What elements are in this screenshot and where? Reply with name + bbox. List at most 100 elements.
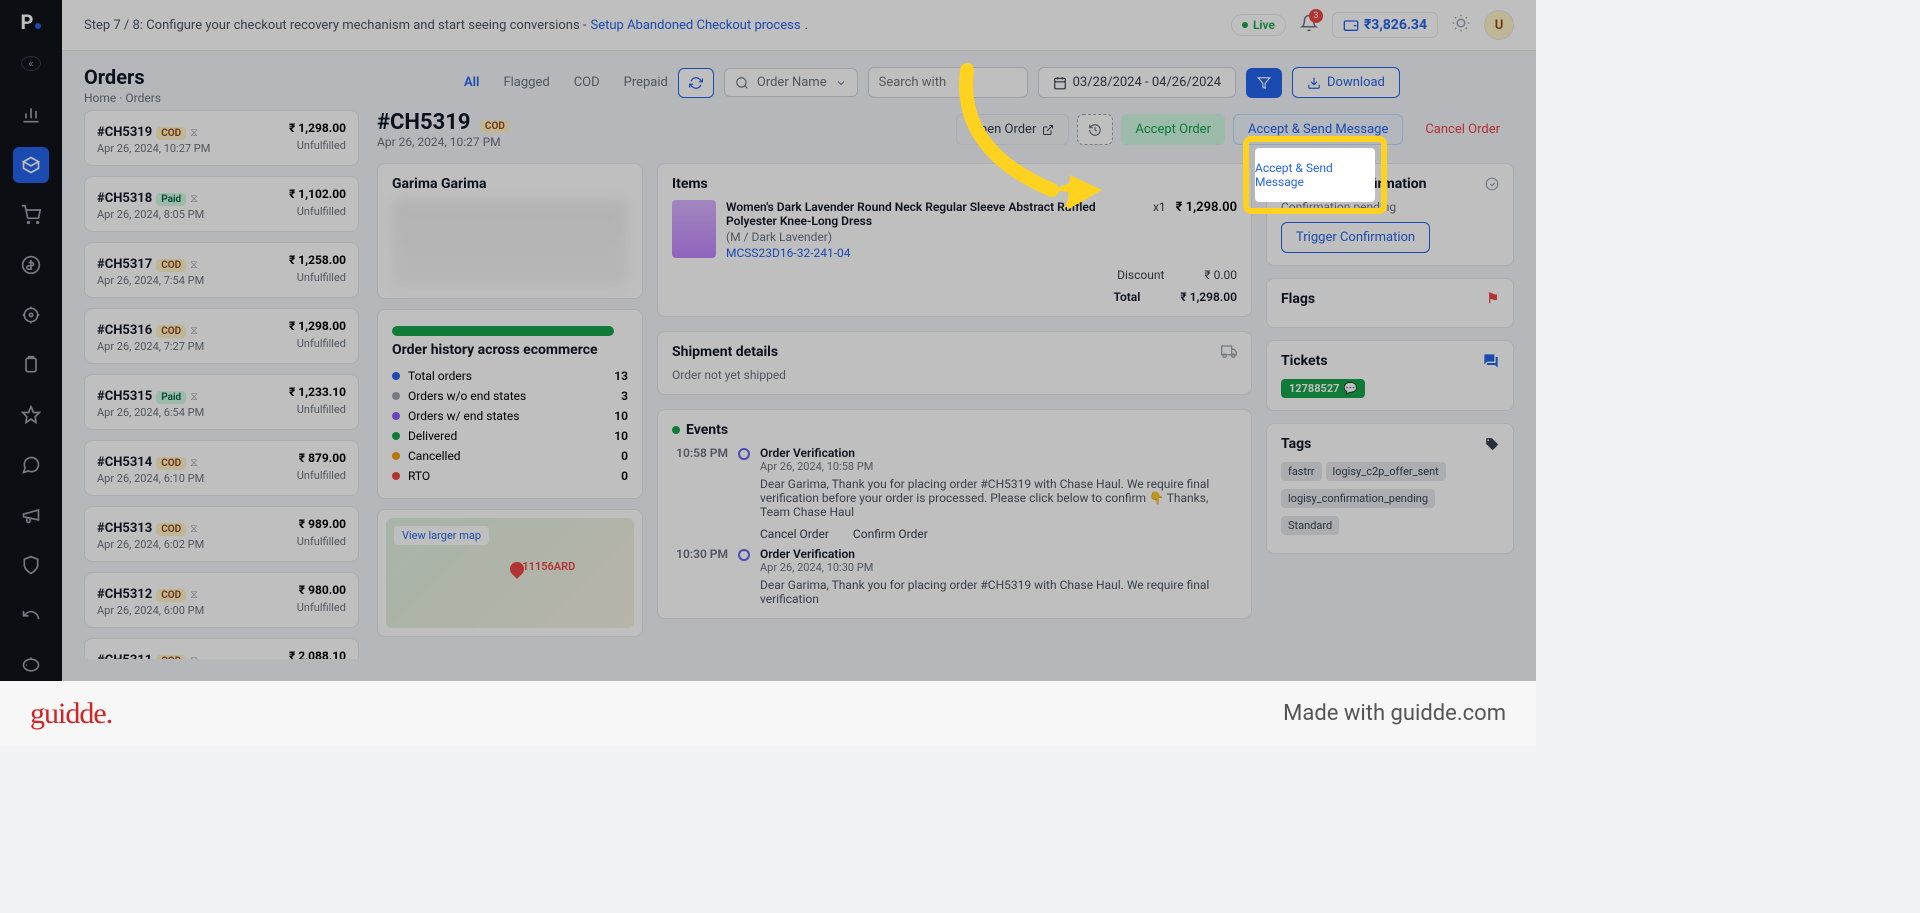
order-card[interactable]: #CH5312COD⧖Apr 26, 2024, 6:00 PM₹ 980.00… [84, 572, 359, 628]
order-card[interactable]: #CH5313COD⧖Apr 26, 2024, 6:02 PM₹ 989.00… [84, 506, 359, 562]
item-thumbnail [672, 200, 716, 258]
megaphone-icon [21, 505, 41, 525]
order-card[interactable]: #CH5319COD⧖Apr 26, 2024, 10:27 PM₹ 1,298… [84, 110, 359, 166]
view-larger-map-link[interactable]: View larger map [394, 526, 489, 545]
refresh-icon [689, 76, 703, 90]
filter-icon [1257, 76, 1271, 90]
filter-button[interactable] [1246, 68, 1282, 98]
detail-order-id: #CH5319 [377, 110, 470, 135]
tag-chip[interactable]: logisy_c2p_offer_sent [1326, 462, 1446, 481]
wallet-icon [1343, 17, 1359, 33]
clipboard-icon [21, 355, 41, 375]
search-field-select[interactable]: Order Name [724, 68, 858, 97]
wallet-balance[interactable]: ₹3,826.34 [1332, 12, 1438, 38]
refresh-button[interactable] [678, 68, 714, 98]
tab-prepaid[interactable]: Prepaid [624, 75, 668, 90]
tab-all[interactable]: All [464, 75, 479, 90]
chart-icon [21, 105, 41, 125]
highlight-box: Accept & Send Message [1243, 136, 1387, 214]
download-icon [1307, 76, 1321, 90]
shipment-card: Shipment details Order not yet shipped [657, 331, 1252, 395]
order-card[interactable]: #CH5315Paid⧖Apr 26, 2024, 6:54 PM₹ 1,233… [84, 374, 359, 430]
toolbar: All Flagged COD Prepaid Order Name 03/28… [62, 67, 1536, 110]
piggy-icon [21, 655, 41, 675]
notifications-button[interactable]: 3 [1300, 14, 1318, 36]
cancel-order-button[interactable]: Cancel Order [1411, 114, 1514, 145]
item-variant: (M / Dark Lavender) [726, 230, 1143, 244]
history-row: Total orders13 [392, 366, 628, 386]
nav-clipboard[interactable] [13, 347, 49, 383]
collapse-icon[interactable]: « [21, 56, 41, 71]
nav-location[interactable] [13, 297, 49, 333]
undo-icon [21, 605, 41, 625]
detail-tag: COD [480, 120, 510, 133]
theme-toggle[interactable] [1452, 14, 1470, 36]
user-avatar[interactable]: U [1484, 10, 1514, 40]
tab-flagged[interactable]: Flagged [503, 75, 549, 90]
tag-chip[interactable]: Standard [1281, 516, 1339, 535]
tag-chip[interactable]: fastrr [1281, 462, 1322, 481]
shield-icon [21, 555, 41, 575]
order-card[interactable]: #CH5318Paid⧖Apr 26, 2024, 8:05 PM₹ 1,102… [84, 176, 359, 232]
notif-count: 3 [1309, 9, 1323, 23]
order-card[interactable]: #CH5314COD⧖Apr 26, 2024, 6:10 PM₹ 879.00… [84, 440, 359, 496]
annotation-arrow [952, 60, 1122, 220]
history-row: Cancelled0 [392, 446, 628, 466]
history-row: RTO0 [392, 466, 628, 486]
nav-orders[interactable] [13, 147, 49, 183]
nav-cart[interactable] [13, 197, 49, 233]
tag-chip[interactable]: logisy_confirmation_pending [1281, 489, 1435, 508]
accept-order-button[interactable]: Accept Order [1121, 114, 1225, 145]
history-title: Order history across ecommerce [392, 342, 628, 358]
tags-card: Tags fastrrlogisy_c2p_offer_sentlogisy_c… [1266, 423, 1514, 554]
history-row: Orders w/ end states10 [392, 406, 628, 426]
history-row: Delivered10 [392, 426, 628, 446]
customer-card: Garima Garima [377, 163, 643, 299]
sun-icon [1452, 14, 1470, 32]
tab-cod[interactable]: COD [574, 75, 600, 90]
order-card[interactable]: #CH5311COD⧖₹ 2,088.10 [84, 638, 359, 659]
orders-list: #CH5319COD⧖Apr 26, 2024, 10:27 PM₹ 1,298… [84, 110, 359, 659]
nav-dashboard[interactable] [13, 97, 49, 133]
history-progress [392, 326, 614, 336]
guidde-footer: guidde. Made with guidde.com [0, 681, 1536, 746]
aim-icon [21, 305, 41, 325]
nav-piggy[interactable] [13, 647, 49, 683]
item-sku[interactable]: MCSS23D16-32-241-04 [726, 246, 1143, 260]
nav-chat[interactable] [13, 447, 49, 483]
item-price: ₹ 1,298.00 [1176, 200, 1237, 260]
brand-logo: P [21, 10, 42, 34]
download-button[interactable]: Download [1292, 67, 1400, 98]
order-card[interactable]: #CH5316COD⧖Apr 26, 2024, 7:27 PM₹ 1,298.… [84, 308, 359, 364]
banner-link[interactable]: Setup Abandoned Checkout process [591, 18, 801, 33]
sidebar: P « [0, 0, 62, 681]
trigger-confirmation-button[interactable]: Trigger Confirmation [1281, 222, 1430, 253]
customer-info-redacted [392, 200, 628, 286]
item-qty: x1 [1153, 200, 1166, 260]
live-pill: Live [1231, 14, 1286, 36]
ticket-chip[interactable]: 12788527 💬 [1281, 379, 1365, 398]
history-row: Orders w/o end states3 [392, 386, 628, 406]
made-with-text: Made with guidde.com [1283, 701, 1506, 726]
shipment-title: Shipment details [672, 344, 1237, 360]
dollar-icon [21, 255, 41, 275]
chat-bubble-icon[interactable] [1483, 353, 1499, 369]
nav-undo[interactable] [13, 597, 49, 633]
flags-card: Flags⚑ [1266, 278, 1514, 328]
tag-icon[interactable] [1485, 437, 1499, 451]
truck-icon [1221, 344, 1237, 360]
order-card[interactable]: #CH5317COD⧖Apr 26, 2024, 7:54 PM₹ 1,258.… [84, 242, 359, 298]
check-circle-icon [1485, 177, 1499, 191]
nav-payments[interactable] [13, 247, 49, 283]
events-card: Events 10:58 PMOrder VerificationApr 26,… [657, 409, 1252, 619]
nav-announce[interactable] [13, 497, 49, 533]
flag-icon[interactable]: ⚑ [1486, 291, 1499, 307]
banner-text: Step 7 / 8: Configure your checkout reco… [84, 18, 587, 33]
search-icon [735, 76, 749, 90]
customer-name: Garima Garima [392, 176, 628, 192]
nav-shield[interactable] [13, 547, 49, 583]
nav-star[interactable] [13, 397, 49, 433]
map-placeholder[interactable]: View larger map 11156ARD [386, 518, 634, 628]
cart-icon [21, 205, 41, 225]
event-item: 10:58 PMOrder VerificationApr 26, 2024, … [672, 446, 1237, 541]
